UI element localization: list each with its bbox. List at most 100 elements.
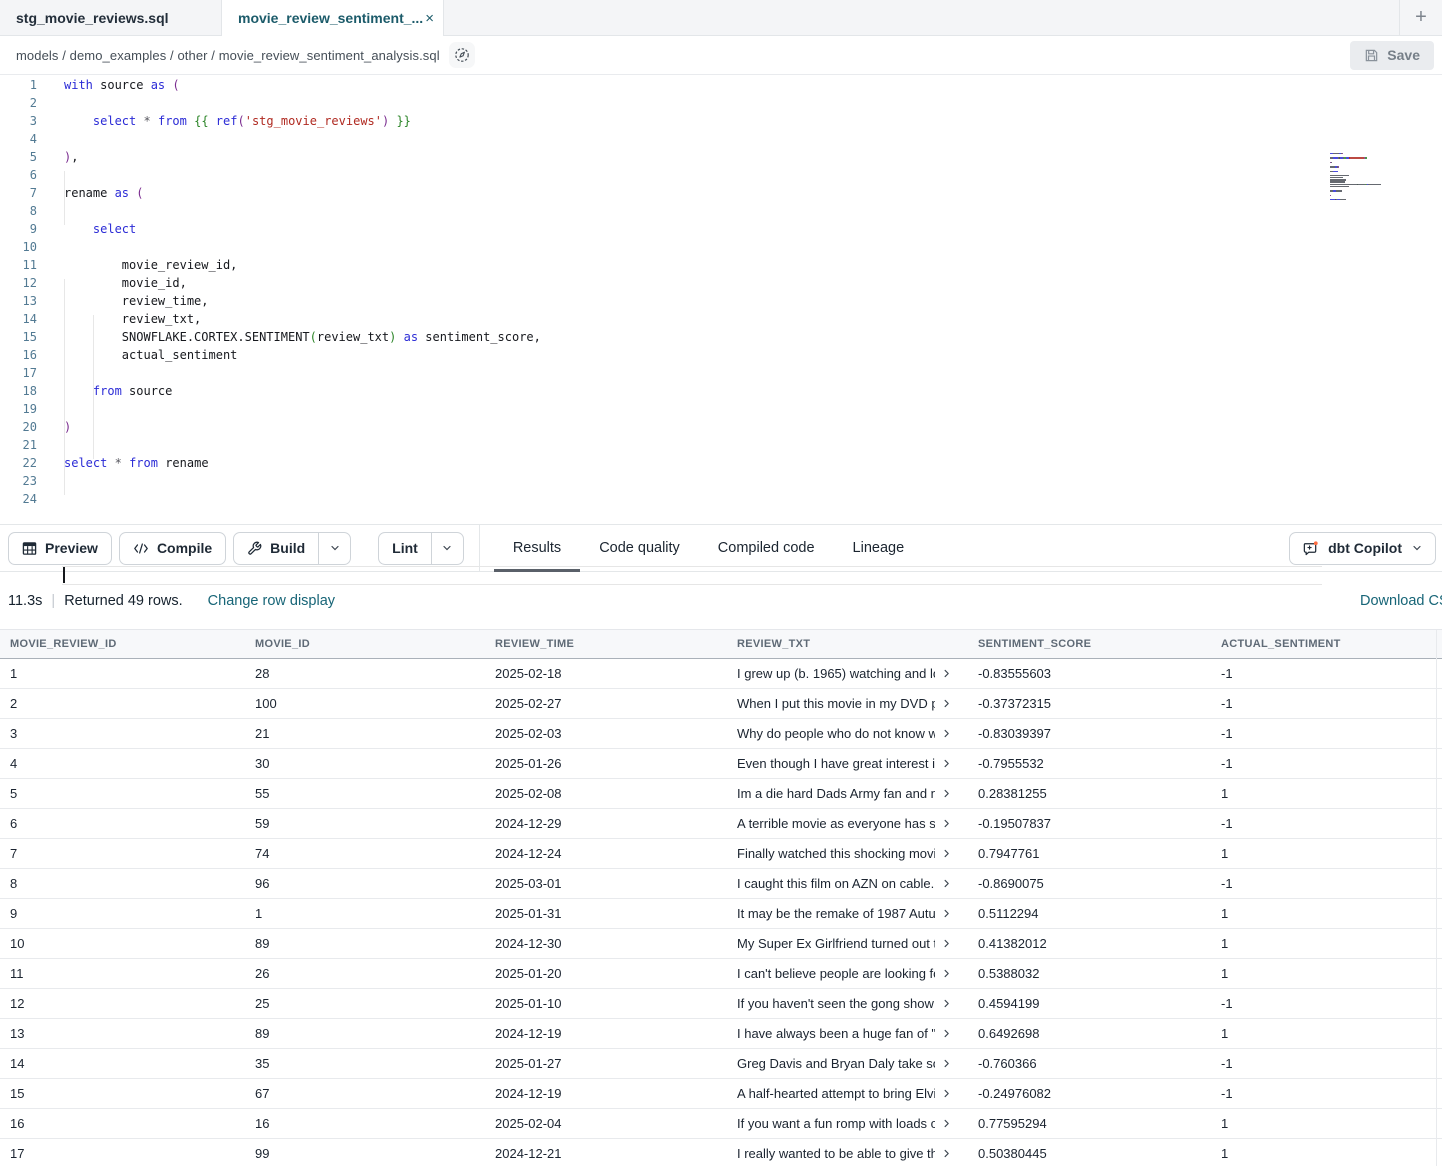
table-cell: -1 <box>1211 989 1442 1018</box>
tab-movie-review-sentiment[interactable]: movie_review_sentiment_... × <box>222 0 444 36</box>
code-line[interactable]: 19 <box>0 400 1442 418</box>
line-number: 23 <box>0 472 37 490</box>
code-line[interactable]: 8 <box>0 202 1442 220</box>
expand-review-icon[interactable] <box>941 788 952 799</box>
lint-button[interactable]: Lint <box>379 533 431 564</box>
table-cell: 2024-12-19 <box>485 1079 727 1108</box>
code-line[interactable]: 13 review_time, <box>0 292 1442 310</box>
expand-review-icon[interactable] <box>941 758 952 769</box>
table-cell: 7 <box>0 839 245 868</box>
code-editor[interactable]: 1with source as (23 select * from {{ ref… <box>0 75 1442 524</box>
tab-label: movie_review_sentiment_... <box>238 10 423 26</box>
expand-review-icon[interactable] <box>941 1088 952 1099</box>
table-cell: 2025-02-04 <box>485 1109 727 1138</box>
code-line[interactable]: 15 SNOWFLAKE.CORTEX.SENTIMENT(review_txt… <box>0 328 1442 346</box>
code-line[interactable]: 18 from source <box>0 382 1442 400</box>
code-line[interactable]: 11 movie_review_id, <box>0 256 1442 274</box>
table-row: 1282025-02-18I grew up (b. 1965) watchin… <box>0 659 1442 689</box>
table-cell: 55 <box>245 779 485 808</box>
code-line[interactable]: 17 <box>0 364 1442 382</box>
lint-split-button: Lint <box>378 532 464 565</box>
table-cell: 35 <box>245 1049 485 1078</box>
code-line[interactable]: 16 actual_sentiment <box>0 346 1442 364</box>
tab-results[interactable]: Results <box>494 525 580 571</box>
code-text: ), <box>37 148 78 166</box>
code-line[interactable]: 3 select * from {{ ref('stg_movie_review… <box>0 112 1442 130</box>
code-text <box>37 436 64 454</box>
code-line[interactable]: 12 movie_id, <box>0 274 1442 292</box>
expand-review-icon[interactable] <box>941 668 952 679</box>
expand-review-icon[interactable] <box>941 818 952 829</box>
tab-compiled-code[interactable]: Compiled code <box>699 525 834 571</box>
code-line[interactable]: 21 <box>0 436 1442 454</box>
code-line[interactable]: 6 <box>0 166 1442 184</box>
tab-label: stg_movie_reviews.sql <box>16 10 169 26</box>
code-line[interactable]: 1with source as ( <box>0 76 1442 94</box>
expand-review-icon[interactable] <box>941 998 952 1009</box>
table-row: 7742024-12-24Finally watched this shocki… <box>0 839 1442 869</box>
column-header: REVIEW_TXT <box>727 630 968 658</box>
new-tab-button[interactable]: + <box>1400 0 1442 35</box>
code-line[interactable]: 9 select <box>0 220 1442 238</box>
code-text: movie_id, <box>37 274 187 292</box>
code-line[interactable]: 2 <box>0 94 1442 112</box>
table-cell: 5 <box>0 779 245 808</box>
expand-review-icon[interactable] <box>941 1058 952 1069</box>
code-text <box>37 94 64 112</box>
table-cell: -1 <box>1211 1079 1442 1108</box>
save-button[interactable]: Save <box>1350 41 1434 70</box>
tab-stg-movie-reviews[interactable]: stg_movie_reviews.sql <box>0 0 222 35</box>
code-line[interactable]: 10 <box>0 238 1442 256</box>
expand-review-icon[interactable] <box>941 1148 952 1159</box>
table-cell: 1 <box>1211 1019 1442 1048</box>
tab-lineage[interactable]: Lineage <box>834 525 924 571</box>
table-right-edge <box>1436 630 1437 1166</box>
dbt-copilot-button[interactable]: dbt Copilot <box>1289 532 1436 565</box>
expand-review-icon[interactable] <box>941 698 952 709</box>
code-line[interactable]: 5), <box>0 148 1442 166</box>
table-cell: 9 <box>0 899 245 928</box>
code-line[interactable]: 22select * from rename <box>0 454 1442 472</box>
table-cell: 1 <box>1211 839 1442 868</box>
build-button[interactable]: Build <box>234 533 318 564</box>
code-line[interactable]: 20) <box>0 418 1442 436</box>
expand-review-icon[interactable] <box>941 968 952 979</box>
change-row-display-link[interactable]: Change row display <box>208 593 335 609</box>
expand-review-icon[interactable] <box>941 938 952 949</box>
meta-separator: | <box>51 593 55 609</box>
code-line[interactable]: 23 <box>0 472 1442 490</box>
table-cell: -0.24976082 <box>968 1079 1211 1108</box>
line-number: 19 <box>0 400 37 418</box>
explore-compass-button[interactable] <box>449 42 475 68</box>
expand-review-icon[interactable] <box>941 728 952 739</box>
code-line[interactable]: 7rename as ( <box>0 184 1442 202</box>
expand-review-icon[interactable] <box>941 848 952 859</box>
review-text: My Super Ex Girlfriend turned out to b… <box>737 936 935 951</box>
table-cell: 59 <box>245 809 485 838</box>
code-text: select * from rename <box>37 454 209 472</box>
line-number: 20 <box>0 418 37 436</box>
build-dropdown-button[interactable] <box>318 533 350 564</box>
table-cell: -0.7955532 <box>968 749 1211 778</box>
tab-label: Lineage <box>853 540 905 556</box>
review-text: When I put this movie in my DVD playe… <box>737 696 935 711</box>
line-number: 10 <box>0 238 37 256</box>
table-row: 21002025-02-27When I put this movie in m… <box>0 689 1442 719</box>
minimap[interactable] <box>1330 153 1396 206</box>
code-line[interactable]: 14 review_txt, <box>0 310 1442 328</box>
code-line[interactable]: 4 <box>0 130 1442 148</box>
lint-dropdown-button[interactable] <box>431 533 463 564</box>
preview-button[interactable]: Preview <box>8 532 112 565</box>
column-header: ACTUAL_SENTIMENT <box>1211 630 1442 658</box>
table-cell: 13 <box>0 1019 245 1048</box>
compile-button[interactable]: Compile <box>119 532 226 565</box>
code-line[interactable]: 24 <box>0 490 1442 508</box>
expand-review-icon[interactable] <box>941 1118 952 1129</box>
expand-review-icon[interactable] <box>941 878 952 889</box>
close-tab-icon[interactable]: × <box>423 10 436 27</box>
chevron-down-icon <box>329 542 341 554</box>
expand-review-icon[interactable] <box>941 1028 952 1039</box>
expand-review-icon[interactable] <box>941 908 952 919</box>
tab-code-quality[interactable]: Code quality <box>580 525 699 571</box>
download-csv-link[interactable]: Download CSV <box>1360 593 1442 609</box>
